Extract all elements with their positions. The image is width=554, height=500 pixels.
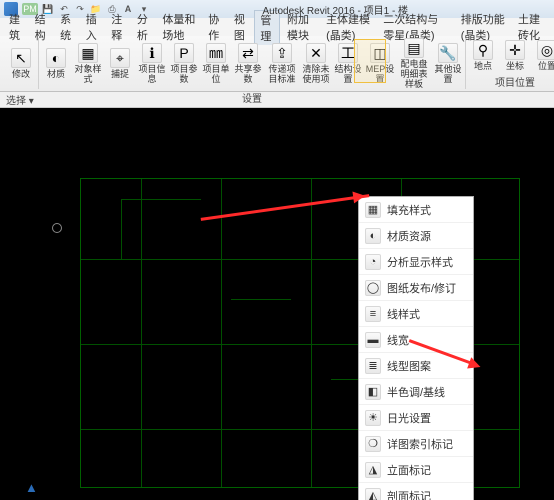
section-icon: ◭ <box>365 488 381 500</box>
material-assets-label: 材质资源 <box>387 228 431 244</box>
additional-settings-button[interactable]: 🔧其他设置 <box>433 43 463 84</box>
callout-label: 详图索引标记 <box>387 436 453 452</box>
halftone-label: 半色调/基线 <box>387 384 445 400</box>
coordinates-icon: ✛ <box>505 40 525 60</box>
snaps-label: 捕捉 <box>111 69 129 79</box>
panel-schedule-button[interactable]: ▤配电盘明细表样板 <box>397 38 431 89</box>
line-weights-item[interactable]: ▬ 线宽 <box>359 327 473 353</box>
coordinates-label: 坐标 <box>506 61 524 71</box>
location-group-label: 项目位置 <box>495 73 535 89</box>
line-styles-icon: ≡ <box>365 306 381 322</box>
project-info-button[interactable]: ℹ项目信息 <box>137 43 167 84</box>
snaps-button[interactable]: ⌖捕捉 <box>105 48 135 79</box>
purge-icon: ✕ <box>306 43 326 63</box>
elevation-label: 立面标记 <box>387 462 431 478</box>
line-styles-label: 线样式 <box>387 306 420 322</box>
app-title: Autodesk Revit 2016 - 项目1 - 楼 <box>262 2 408 17</box>
object-styles-label: 对象样式 <box>73 64 103 84</box>
materials-icon: ◐ <box>46 48 66 68</box>
project-params-label: 项目参数 <box>169 64 199 84</box>
sheet-issues-icon: ◯ <box>365 280 381 296</box>
transfer-standards-button[interactable]: ⇪传递项目标准 <box>265 43 299 84</box>
orientation-marker-icon: ▲ <box>25 480 38 495</box>
modify-label: 修改 <box>12 69 30 79</box>
ribbon-panel: ↖修改 ◐材质 ▦对象样式 ⌖捕捉 ℹ项目信息 P项目参数 ㎜项目单位 ⇄共享参… <box>0 36 554 92</box>
line-patterns-label: 线型图案 <box>387 358 431 374</box>
analysis-display-label: 分析显示样式 <box>387 254 453 270</box>
sheet-issues-label: 图纸发布/修订 <box>387 280 456 296</box>
project-params-button[interactable]: P项目参数 <box>169 43 199 84</box>
elevation-tags-item[interactable]: ◮ 立面标记 <box>359 457 473 483</box>
additional-settings-dropdown: ▦ 填充样式 ◐ 材质资源 ◔ 分析显示样式 ◯ 图纸发布/修订 ≡ 线样式 ▬ 线宽 ≣ 线… <box>358 196 474 500</box>
halftone-icon: ◧ <box>365 384 381 400</box>
shared-params-icon: ⇄ <box>238 43 258 63</box>
additional-settings-label: 其他设置 <box>433 64 463 84</box>
project-info-icon: ℹ <box>142 43 162 63</box>
material-assets-item[interactable]: ◐ 材质资源 <box>359 223 473 249</box>
line-weights-icon: ▬ <box>365 332 381 348</box>
ribbon-tabs: 建筑 结构 系统 插入 注释 分析 体量和场地 协作 视图 管理 附加模块 主体… <box>0 18 554 36</box>
cursor-icon: ↖ <box>11 48 31 68</box>
drawing-canvas[interactable]: ▲ ▦ 填充样式 ◐ 材质资源 ◔ 分析显示样式 ◯ 图纸发布/修订 ≡ 线样式 ▬ 线宽 … <box>0 108 554 500</box>
callout-tags-item[interactable]: ❍ 详图索引标记 <box>359 431 473 457</box>
purge-button[interactable]: ✕清除未使用项 <box>301 43 331 84</box>
fill-patterns-label: 填充样式 <box>387 202 431 218</box>
project-units-label: 项目单位 <box>201 64 231 84</box>
sun-label: 日光设置 <box>387 410 431 426</box>
fill-patterns-item[interactable]: ▦ 填充样式 <box>359 197 473 223</box>
select-dropdown[interactable]: 选择 ▾ <box>6 92 34 107</box>
additional-settings-highlight <box>354 39 386 83</box>
materials-button[interactable]: ◐材质 <box>41 48 71 79</box>
modify-button[interactable]: ↖修改 <box>6 48 36 79</box>
fill-patterns-icon: ▦ <box>365 202 381 218</box>
callout-icon: ❍ <box>365 436 381 452</box>
options-bar: 选择 ▾ <box>0 92 554 108</box>
marker-circle-icon <box>52 223 62 233</box>
shared-params-button[interactable]: ⇄共享参数 <box>233 43 263 84</box>
line-weights-label: 线宽 <box>387 332 409 348</box>
location-icon: ⚲ <box>473 40 493 60</box>
project-name: 项目1 - 楼 <box>364 6 408 17</box>
material-assets-icon: ◐ <box>365 228 381 244</box>
section-tags-item[interactable]: ◭ 剖面标记 <box>359 483 473 500</box>
project-units-button[interactable]: ㎜项目单位 <box>201 43 231 84</box>
app-name: Autodesk Revit 2016 <box>262 6 354 17</box>
shared-params-label: 共享参数 <box>233 64 263 84</box>
object-styles-icon: ▦ <box>78 43 98 63</box>
sun-settings-item[interactable]: ☀ 日光设置 <box>359 405 473 431</box>
section-label: 剖面标记 <box>387 488 431 500</box>
project-info-label: 项目信息 <box>137 64 167 84</box>
panel-schedule-label: 配电盘明细表样板 <box>397 59 431 89</box>
position-label: 位置 <box>538 61 554 71</box>
analysis-display-item[interactable]: ◔ 分析显示样式 <box>359 249 473 275</box>
line-styles-item[interactable]: ≡ 线样式 <box>359 301 473 327</box>
project-params-icon: P <box>174 43 194 63</box>
halftone-underlay-item[interactable]: ◧ 半色调/基线 <box>359 379 473 405</box>
panel-schedule-icon: ▤ <box>404 38 424 58</box>
line-patterns-icon: ≣ <box>365 358 381 374</box>
object-styles-button[interactable]: ▦对象样式 <box>73 43 103 84</box>
snaps-icon: ⌖ <box>110 48 130 68</box>
settings-group-label: 设置 <box>242 89 262 105</box>
location-label: 地点 <box>474 61 492 71</box>
purge-label: 清除未使用项 <box>301 64 331 84</box>
sheet-issues-item[interactable]: ◯ 图纸发布/修订 <box>359 275 473 301</box>
elevation-icon: ◮ <box>365 462 381 478</box>
project-units-icon: ㎜ <box>206 43 226 63</box>
analysis-display-icon: ◔ <box>365 254 381 270</box>
location-button[interactable]: ⚲地点 <box>468 40 498 71</box>
transfer-label: 传递项目标准 <box>265 64 299 84</box>
position-button[interactable]: ◎位置 <box>532 40 554 71</box>
position-icon: ◎ <box>537 40 554 60</box>
sun-icon: ☀ <box>365 410 381 426</box>
transfer-icon: ⇪ <box>272 43 292 63</box>
wrench-icon: 🔧 <box>438 43 458 63</box>
materials-label: 材质 <box>47 69 65 79</box>
coordinates-button[interactable]: ✛坐标 <box>500 40 530 71</box>
